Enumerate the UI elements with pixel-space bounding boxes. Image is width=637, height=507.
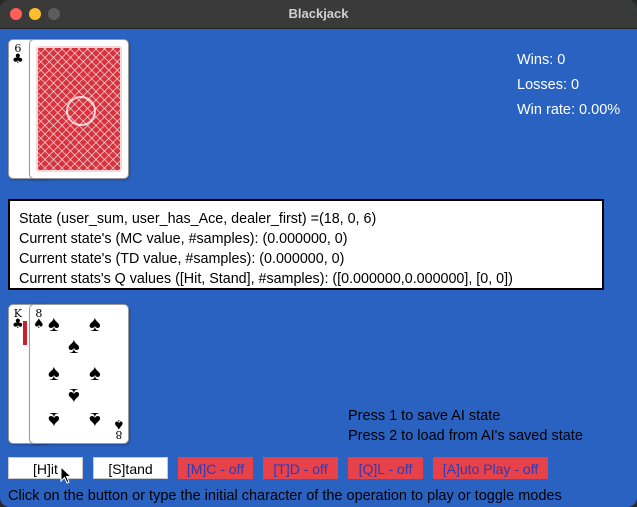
spade-pip-icon: ♠ (48, 311, 60, 336)
spade-pip-icon: ♠ (48, 360, 60, 385)
load-hint: Press 2 to load from AI's saved state (348, 428, 583, 444)
player-card-1-corner: K ♣ (12, 308, 24, 332)
card-back-pattern (36, 46, 122, 172)
title-bar: Blackjack (0, 0, 637, 29)
spade-pip-icon: ♠ (89, 360, 101, 385)
state-info-box: State (user_sum, user_has_Ace, dealer_fi… (8, 199, 604, 290)
q-values-line: Current stats's Q values ([Hit, Stand], … (19, 271, 513, 287)
state-line: State (user_sum, user_has_Ace, dealer_fi… (19, 211, 377, 227)
auto-play-toggle-button[interactable]: [A]uto Play - off (433, 457, 548, 479)
spade-icon: ♠ (113, 416, 125, 431)
mouse-pointer-icon (60, 466, 72, 484)
td-toggle-button[interactable]: [T]D - off (263, 457, 338, 479)
card-back-emblem-icon (66, 96, 96, 126)
window-title: Blackjack (288, 6, 349, 21)
td-value-line: Current state's (TD value, #samples): (0… (19, 251, 345, 267)
spade-pip-icon: ♠ (89, 311, 101, 336)
stand-button[interactable]: [S]tand (93, 457, 168, 479)
club-icon: ♣ (12, 317, 24, 332)
instructions-text: Click on the button or type the initial … (8, 488, 562, 504)
game-area: 6 ♣ Wins: 0 Losses: 0 Win rate: 0.00% St… (0, 29, 637, 507)
player-card-2-corner-bottom: 8 ♠ (113, 416, 125, 441)
app-window: Blackjack 6 ♣ Wins: 0 Losses: 0 Win rate… (0, 0, 637, 507)
club-icon: ♣ (12, 52, 24, 67)
player-card-2-corner: 8 ♠ (33, 308, 45, 332)
ql-toggle-button[interactable]: [Q]L - off (348, 457, 423, 479)
dealer-card-1-corner: 6 ♣ (12, 43, 24, 67)
save-hint: Press 1 to save AI state (348, 408, 501, 424)
mc-value-line: Current state's (MC value, #samples): (0… (19, 231, 348, 247)
wins-label: Wins: 0 (517, 52, 566, 68)
spade-pip-icon: ♠ (89, 408, 101, 433)
win-rate-label: Win rate: 0.00% (517, 102, 621, 118)
losses-label: Losses: 0 (517, 77, 580, 93)
player-card-2: 8 ♠ 8 ♠ ♠ ♠ ♠ ♠ ♠ ♠ ♠ ♠ (29, 304, 129, 444)
mc-toggle-button[interactable]: [M]C - off (178, 457, 253, 479)
spade-icon: ♠ (33, 317, 45, 332)
face-art-icon (23, 321, 27, 345)
spade-pip-icon: ♠ (68, 333, 80, 358)
spade-pip-icon: ♠ (68, 384, 80, 409)
spade-pip-icon: ♠ (48, 408, 60, 433)
dealer-card-facedown (29, 39, 129, 179)
